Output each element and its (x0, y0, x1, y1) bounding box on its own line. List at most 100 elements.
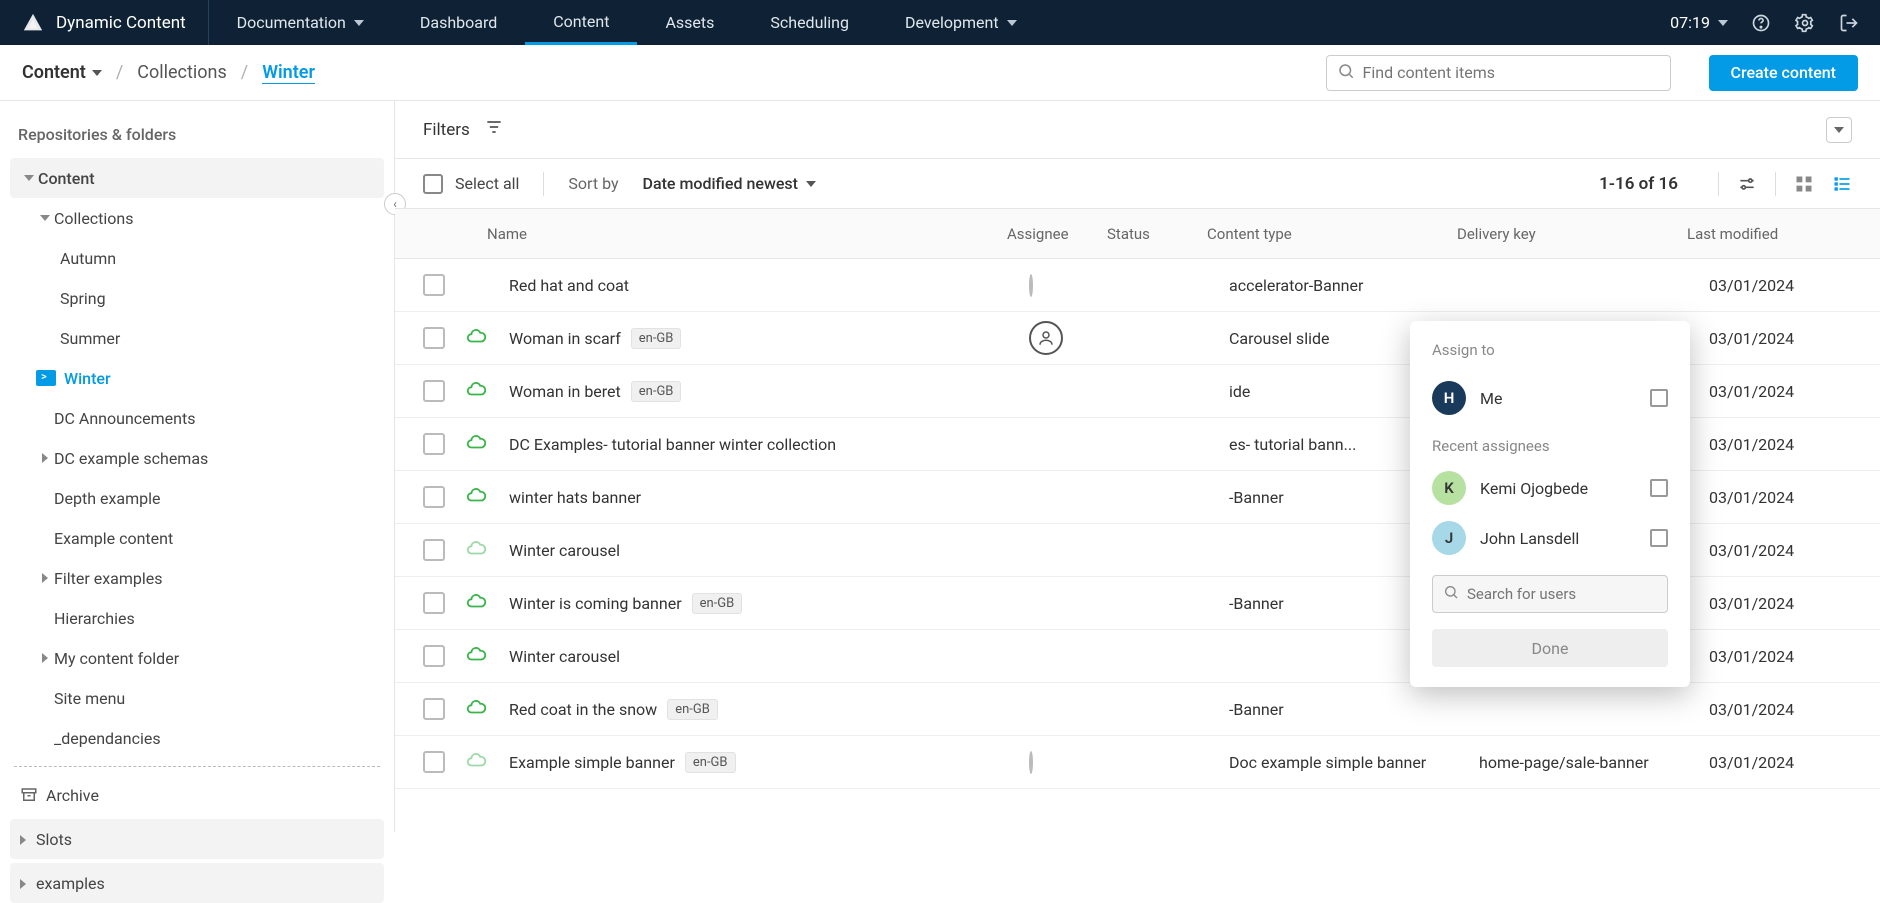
tree-site-menu[interactable]: Site menu (10, 678, 384, 718)
table-row[interactable]: Red coat in the snowen-GB-Banner03/01/20… (395, 683, 1880, 736)
nav-dashboard[interactable]: Dashboard (392, 0, 525, 45)
tree-my-content-folder[interactable]: My content folder (10, 638, 384, 678)
table-row[interactable]: Example simple banneren-GBDoc example si… (395, 736, 1880, 789)
assign-user-row[interactable]: KKemi Ojogbede (1410, 463, 1690, 513)
row-checkbox[interactable] (423, 698, 445, 720)
tree-collections[interactable]: Collections (10, 198, 384, 238)
row-modified: 03/01/2024 (1709, 382, 1852, 401)
row-modified: 03/01/2024 (1709, 541, 1852, 560)
filters-button[interactable]: Filters (423, 117, 504, 142)
row-checkbox[interactable] (423, 592, 445, 614)
top-bar: Dynamic Content Documentation Dashboard … (0, 0, 1880, 45)
tree-example-content[interactable]: Example content (10, 518, 384, 558)
user-search-input[interactable] (1467, 585, 1666, 603)
col-content-type[interactable]: Content type (1207, 225, 1457, 243)
checkbox-icon[interactable] (1650, 479, 1668, 497)
row-checkbox[interactable] (423, 433, 445, 455)
row-checkbox[interactable] (423, 539, 445, 561)
cloud-icon (465, 537, 489, 563)
nav-development[interactable]: Development (877, 0, 1045, 45)
view-options-dropdown[interactable] (1826, 117, 1852, 143)
chevron-down-icon (1007, 20, 1017, 26)
select-all[interactable]: Select all (423, 174, 519, 194)
user-name: Kemi Ojogbede (1480, 479, 1636, 498)
assign-user-row[interactable]: JJohn Lansdell (1410, 513, 1690, 563)
tree-winter[interactable]: Winter (10, 358, 384, 398)
col-name[interactable]: Name (487, 225, 1007, 243)
row-checkbox[interactable] (423, 327, 445, 349)
user-icon[interactable] (1029, 321, 1063, 355)
tree-filter-examples[interactable]: Filter examples (10, 558, 384, 598)
breadcrumb-root[interactable]: Content (22, 62, 102, 83)
row-checkbox[interactable] (423, 380, 445, 402)
tree-content-root[interactable]: Content (10, 158, 384, 198)
search-input[interactable] (1363, 63, 1660, 82)
gear-icon[interactable] (1794, 12, 1816, 34)
cloud-icon (465, 431, 489, 457)
create-content-button[interactable]: Create content (1709, 55, 1859, 91)
row-modified: 03/01/2024 (1709, 753, 1852, 772)
checkbox-icon[interactable] (1650, 389, 1668, 407)
nav-scheduling[interactable]: Scheduling (742, 0, 877, 45)
user-search[interactable] (1432, 575, 1668, 613)
brand-block[interactable]: Dynamic Content (0, 0, 209, 45)
help-icon[interactable] (1750, 12, 1772, 34)
breadcrumb-current[interactable]: Winter (262, 62, 315, 84)
tree-dc-announcements[interactable]: DC Announcements (10, 398, 384, 438)
done-button[interactable]: Done (1432, 629, 1668, 667)
row-modified: 03/01/2024 (1709, 594, 1852, 613)
row-checkbox[interactable] (423, 645, 445, 667)
logout-icon[interactable] (1838, 12, 1860, 34)
nav-documentation[interactable]: Documentation (209, 0, 392, 45)
row-checkbox[interactable] (423, 486, 445, 508)
sidebar-heading: Repositories & folders (10, 121, 384, 158)
sidebar: ‹ Repositories & folders Content Collect… (0, 101, 395, 832)
chevron-right-icon (20, 835, 26, 845)
col-assignee[interactable]: Assignee (1007, 225, 1107, 243)
content-panel: Filters Select all Sort by Date modified… (395, 101, 1880, 832)
search-content[interactable] (1326, 55, 1671, 91)
clock[interactable]: 07:19 (1670, 13, 1728, 32)
tree-examples[interactable]: examples (10, 863, 384, 903)
brand-name: Dynamic Content (56, 13, 186, 33)
breadcrumb-collections[interactable]: Collections (137, 62, 226, 83)
tree-dc-example-schemas[interactable]: DC example schemas (10, 438, 384, 478)
assign-me-row[interactable]: H Me (1410, 373, 1690, 423)
sliders-icon[interactable] (1737, 174, 1757, 194)
sort-control[interactable]: Sort by Date modified newest (568, 174, 816, 193)
tree-slots[interactable]: Slots (10, 819, 384, 859)
top-nav: Documentation Dashboard Content Assets S… (209, 0, 1045, 45)
tree-summer[interactable]: Summer (10, 318, 384, 358)
row-name: Red coat in the snow (509, 700, 657, 719)
row-modified: 03/01/2024 (1709, 276, 1852, 295)
user-icon[interactable] (1029, 751, 1033, 774)
locale-badge: en-GB (631, 381, 682, 402)
row-type: -Banner (1229, 700, 1479, 719)
tree-dependancies[interactable]: _dependancies (10, 718, 384, 758)
checkbox-icon[interactable] (423, 174, 443, 194)
tree-archive[interactable]: Archive (10, 775, 384, 815)
user-icon[interactable] (1029, 274, 1033, 297)
chevron-down-icon (354, 20, 364, 26)
nav-content[interactable]: Content (525, 0, 637, 45)
col-status[interactable]: Status (1107, 225, 1207, 243)
row-checkbox[interactable] (423, 274, 445, 296)
nav-assets[interactable]: Assets (637, 0, 742, 45)
col-delivery-key[interactable]: Delivery key (1457, 225, 1687, 243)
cloud-icon (465, 484, 489, 510)
cloud-icon (465, 749, 489, 775)
breadcrumb: Content / Collections / Winter (22, 62, 315, 84)
grid-view-icon[interactable] (1794, 174, 1814, 194)
tree-autumn[interactable]: Autumn (10, 238, 384, 278)
tree-spring[interactable]: Spring (10, 278, 384, 318)
tree-depth-example[interactable]: Depth example (10, 478, 384, 518)
tree-hierarchies[interactable]: Hierarchies (10, 598, 384, 638)
row-checkbox[interactable] (423, 751, 445, 773)
checkbox-icon[interactable] (1650, 529, 1668, 547)
breadcrumb-sep: / (116, 62, 123, 83)
col-last-modified[interactable]: Last modified (1687, 225, 1852, 243)
avatar: J (1432, 521, 1466, 555)
table-row[interactable]: Red hat and coataccelerator-Banner03/01/… (395, 259, 1880, 312)
row-name: Example simple banner (509, 753, 675, 772)
list-view-icon[interactable] (1832, 174, 1852, 194)
